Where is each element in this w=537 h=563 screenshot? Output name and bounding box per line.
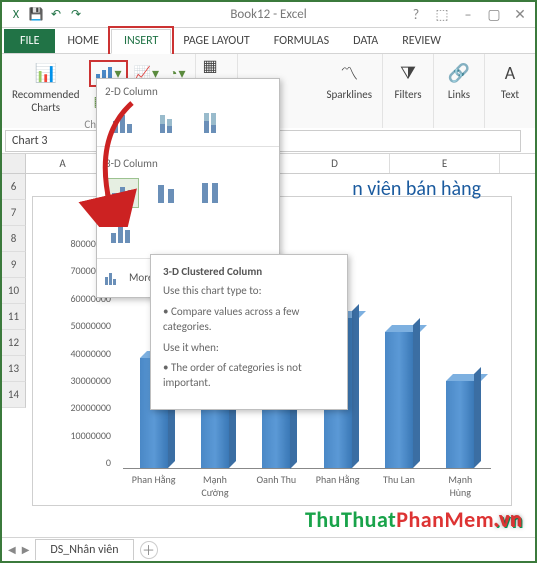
chart-type-tooltip: 3-D Clustered Column Use this chart type…: [150, 254, 348, 410]
tab-home[interactable]: HOME: [55, 30, 111, 53]
tab-review[interactable]: REVIEW: [390, 30, 453, 53]
excel-icon: X: [8, 7, 24, 23]
quick-access-toolbar: X 💾 ↶ ↷: [8, 7, 84, 23]
stacked-100-column-3d[interactable]: [193, 178, 227, 208]
row-11[interactable]: 11: [2, 304, 26, 330]
filter-icon: ⧩: [393, 60, 423, 86]
row-6[interactable]: 6: [2, 174, 26, 200]
sheet-tab-bar: ◀ ▶ DS_Nhân viên ＋: [2, 537, 535, 561]
chart-x-label: Phan Hằng: [315, 473, 361, 499]
tab-data[interactable]: DATA: [341, 30, 390, 53]
recommended-charts-button[interactable]: 📊 Recommended Charts: [8, 58, 83, 116]
title-bar: X 💾 ↶ ↷ Book12 - Excel ? ⬚ – ▢ ✕: [2, 2, 535, 28]
chart-bar[interactable]: [446, 381, 474, 468]
chart-x-label: Phan Hằng: [131, 473, 177, 499]
link-icon: 🔗: [444, 60, 474, 86]
chart-x-axis: Phan Hằng Mạnh Cường Oanh Thu Phan Hằng Thu …: [123, 473, 491, 499]
minimize-icon[interactable]: –: [459, 6, 477, 23]
recommended-charts-label: Recommended Charts: [12, 88, 79, 114]
text-button[interactable]: A Text: [491, 58, 529, 103]
row-10[interactable]: 10: [2, 278, 26, 304]
row-8[interactable]: 8: [2, 226, 26, 252]
stacked-column-3d[interactable]: [149, 178, 183, 208]
maximize-icon[interactable]: ▢: [485, 6, 503, 23]
window-controls: ? ⬚ – ▢ ✕: [407, 6, 529, 23]
stacked-column-2d[interactable]: [149, 106, 183, 136]
chart-x-label: Mạnh Cường: [192, 473, 238, 499]
sparklines-icon: 〽: [334, 60, 364, 86]
col-A[interactable]: A: [26, 154, 100, 173]
row-14[interactable]: 14: [2, 382, 26, 408]
help-icon[interactable]: ?: [407, 6, 425, 23]
select-all-corner[interactable]: [2, 154, 26, 173]
text-icon: A: [495, 60, 525, 86]
save-icon[interactable]: 💾: [28, 7, 44, 23]
power-view-icon[interactable]: ▦: [202, 56, 217, 76]
watermark: ThuThuatPhanMem.vn: [305, 506, 523, 533]
undo-icon[interactable]: ↶: [48, 7, 64, 23]
tab-file[interactable]: FILE: [4, 29, 55, 53]
row-9[interactable]: 9: [2, 252, 26, 278]
links-button[interactable]: 🔗 Links: [440, 58, 478, 103]
column-3d[interactable]: [105, 218, 139, 248]
group-text: A Text: [485, 54, 535, 128]
row-headers: 6 7 8 9 10 11 12 13 14: [2, 174, 26, 408]
text-label: Text: [501, 88, 519, 101]
row-7[interactable]: 7: [2, 200, 26, 226]
ribbon-tabs: FILE HOME INSERT PAGE LAYOUT FORMULAS DA…: [2, 28, 535, 54]
links-label: Links: [448, 88, 470, 101]
name-box-value: Chart 3: [12, 134, 47, 148]
more-charts-icon: [105, 269, 123, 285]
chart-title[interactable]: n viên bán hàng: [352, 177, 481, 201]
ribbon-display-icon[interactable]: ⬚: [433, 6, 451, 23]
chart-bar[interactable]: [385, 332, 413, 468]
new-sheet-button[interactable]: ＋: [140, 541, 158, 559]
chart-x-label: Mạnh Hùng: [437, 473, 483, 499]
row-13[interactable]: 13: [2, 356, 26, 382]
tooltip-intro: Use this chart type to:: [163, 284, 335, 299]
chart-x-label: Thu Lan: [376, 473, 422, 499]
stacked-100-column-2d[interactable]: [193, 106, 227, 136]
tab-insert[interactable]: INSERT: [111, 29, 171, 54]
sheet-nav-prev[interactable]: ◀: [8, 543, 16, 556]
window-title: Book12 - Excel: [230, 7, 306, 22]
group-links: 🔗 Links: [434, 54, 485, 128]
group-filters: ⧩ Filters: [383, 54, 434, 128]
tooltip-bullet-2: • The order of categories is not importa…: [163, 361, 335, 391]
section-2d-column: 2-D Column: [97, 79, 279, 102]
tab-page-layout[interactable]: PAGE LAYOUT: [171, 30, 261, 53]
row-12[interactable]: 12: [2, 330, 26, 356]
clustered-column-3d[interactable]: [105, 178, 139, 208]
filters-button[interactable]: ⧩ Filters: [389, 58, 427, 103]
clustered-column-2d[interactable]: [105, 106, 139, 136]
sparklines-label: Sparklines: [326, 88, 372, 101]
tooltip-when-intro: Use it when:: [163, 341, 335, 356]
close-icon[interactable]: ✕: [511, 6, 529, 23]
tooltip-bullet-1: • Compare values across a few categories…: [163, 305, 335, 335]
tooltip-title: 3-D Clustered Column: [163, 265, 335, 278]
group-sparklines: 〽 Sparklines: [316, 54, 383, 128]
col-D[interactable]: D: [280, 154, 390, 173]
filters-label: Filters: [394, 88, 421, 101]
recommended-charts-icon: 📊: [31, 60, 61, 86]
section-3d-column: 3-D Column: [97, 151, 279, 174]
col-E[interactable]: E: [390, 154, 500, 173]
sheet-nav-next[interactable]: ▶: [22, 543, 30, 556]
redo-icon[interactable]: ↷: [68, 7, 84, 23]
tab-formulas[interactable]: FORMULAS: [262, 30, 341, 53]
sheet-tab-active[interactable]: DS_Nhân viên: [35, 539, 133, 560]
sparklines-button[interactable]: 〽 Sparklines: [322, 58, 376, 103]
chart-x-label: Oanh Thu: [253, 473, 299, 499]
